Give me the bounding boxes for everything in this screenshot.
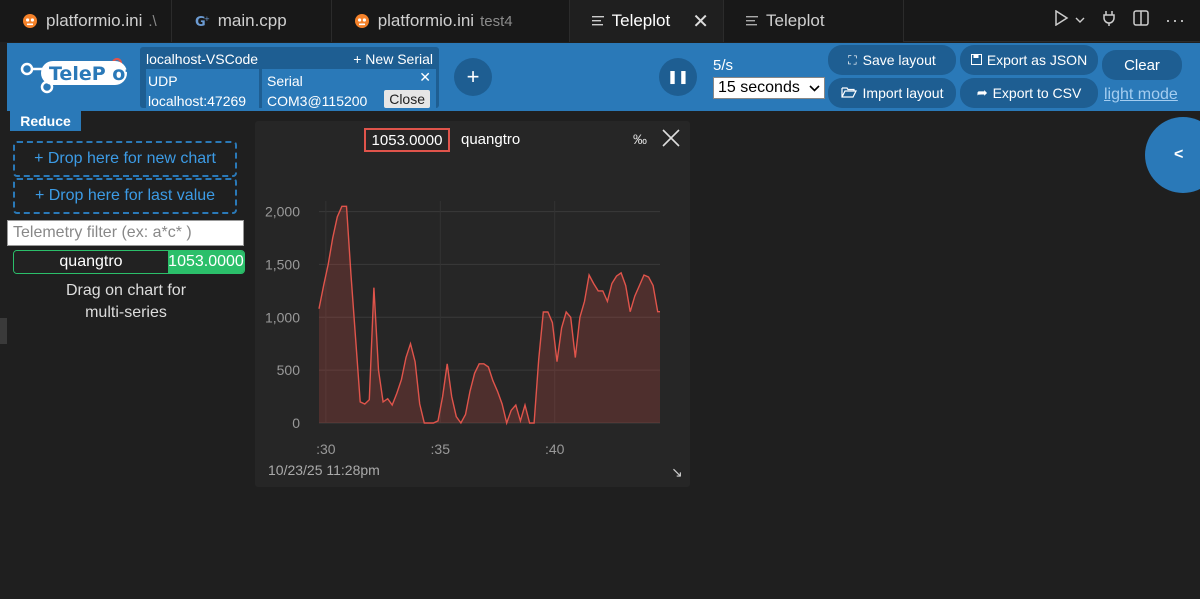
export-csv-button[interactable]: ➦ Export to CSV	[960, 78, 1098, 108]
tab-label: platformio.ini	[46, 11, 143, 30]
y-tick-label: 1,500	[265, 256, 300, 272]
expand-icon: ⛶	[848, 52, 857, 67]
drop-last-value-zone[interactable]: + Drop here for last value	[13, 178, 237, 214]
share-icon: ➦	[976, 85, 988, 100]
x-tick-label: :30	[316, 441, 336, 457]
svg-text:+: +	[204, 15, 210, 23]
connection-title: localhost-VSCode	[146, 51, 259, 67]
y-tick-label: 0	[292, 415, 300, 431]
clear-button[interactable]: Clear	[1102, 50, 1182, 80]
tab-label: Teleplot	[611, 11, 671, 30]
permille-toggle[interactable]: ‰	[633, 131, 647, 147]
telemetry-item[interactable]: quangtro 1053.0000	[13, 250, 245, 274]
tab-main-cpp[interactable]: G + main.cpp	[171, 0, 332, 42]
save-layout-label: Save layout	[862, 52, 936, 68]
chevron-down-icon[interactable]	[1075, 12, 1085, 30]
telemetry-filter-input[interactable]: Telemetry filter (ex: a*c* )	[7, 220, 244, 246]
serial-input-box: ✕ Serial COM3@115200 Close	[262, 69, 436, 109]
new-serial-button[interactable]: + New Serial	[353, 51, 433, 67]
chart-card[interactable]: 1053.0000 quangtro ‰ 0 500 1,000 1,500 2,000…	[255, 121, 690, 487]
resize-handle-icon[interactable]: ↘	[671, 464, 683, 481]
cpp-icon: G +	[194, 13, 210, 29]
drag-hint-line1: Drag on chart for	[65, 282, 187, 299]
close-icon[interactable]: ✕	[692, 9, 709, 34]
chart-current-value: 1053.0000	[364, 128, 450, 152]
update-rate: 5/s	[713, 57, 734, 74]
tab-label: main.cpp	[217, 11, 287, 30]
save-icon	[970, 52, 982, 68]
chevron-down-icon	[809, 78, 820, 104]
tab-label: platformio.ini	[377, 11, 475, 30]
light-mode-link[interactable]: light mode	[1104, 86, 1178, 104]
file-lines-icon	[745, 15, 758, 27]
more-actions-icon[interactable]: ···	[1165, 10, 1186, 31]
close-chart-icon[interactable]	[660, 127, 682, 149]
remove-serial-icon[interactable]: ✕	[419, 67, 431, 87]
tab-platformio-test4[interactable]: platformio.ini test4	[331, 0, 570, 42]
time-window-value: 15 seconds	[718, 79, 800, 96]
file-lines-icon	[591, 15, 604, 27]
serial-label: Serial	[267, 73, 303, 89]
udp-input-box: UDP localhost:47269	[146, 69, 259, 109]
close-serial-button[interactable]: Close	[384, 90, 430, 108]
editor-tab-bar: platformio.ini .\ G + main.cpp platformio…	[0, 0, 1200, 42]
logo-text: TeleP ot	[49, 63, 134, 85]
export-json-button[interactable]: Export as JSON	[960, 45, 1098, 75]
import-layout-button[interactable]: Import layout	[828, 78, 956, 108]
platformio-icon	[354, 13, 370, 29]
y-tick-label: 2,000	[265, 204, 300, 220]
teleplot-logo: TeleP ot	[19, 53, 137, 105]
x-tick-label: :35	[431, 441, 451, 457]
udp-address: localhost:47269	[148, 93, 247, 109]
chart-plot[interactable]: 0 500 1,000 1,500 2,000 :30 :35 :40	[255, 181, 690, 461]
drag-hint-line2: multi-series	[85, 304, 167, 321]
telemetry-value: 1053.0000	[168, 251, 244, 273]
reduce-button[interactable]: Reduce	[10, 111, 81, 131]
add-connection-button[interactable]: +	[454, 58, 492, 96]
drop-new-chart-zone[interactable]: + Drop here for new chart	[13, 141, 237, 177]
tab-platformio-root[interactable]: platformio.ini .\	[0, 0, 172, 42]
panel-edge-marker	[0, 318, 7, 344]
drag-hint: Drag on chart for multi-series	[13, 280, 239, 324]
y-tick-label: 1,000	[265, 309, 300, 325]
y-tick-label: 500	[277, 362, 301, 378]
split-editor-icon[interactable]	[1133, 10, 1149, 31]
editor-actions: ···	[1053, 0, 1200, 41]
x-tick-label: :40	[545, 441, 565, 457]
platformio-icon	[22, 13, 38, 29]
tab-teleplot-active[interactable]: Teleplot ✕	[569, 0, 724, 42]
time-window-select[interactable]: 15 seconds	[713, 77, 825, 99]
telemetry-name: quangtro	[14, 251, 168, 273]
tab-sublabel: .\	[148, 12, 157, 30]
udp-label: UDP	[148, 73, 178, 89]
import-layout-label: Import layout	[862, 85, 944, 101]
tab-teleplot[interactable]: Teleplot	[723, 0, 904, 42]
export-csv-label: Export to CSV	[992, 85, 1082, 101]
tab-sublabel: test4	[480, 12, 513, 30]
chart-timestamp: 10/23/25 11:28pm	[268, 462, 380, 478]
connection-panel: localhost-VSCode + New Serial UDP localh…	[140, 47, 439, 109]
folder-open-icon	[840, 85, 857, 101]
plug-icon[interactable]	[1101, 10, 1117, 31]
export-json-label: Export as JSON	[986, 52, 1088, 68]
teleplot-header: TeleP ot localhost-VSCode + New Serial U…	[7, 43, 1200, 111]
save-layout-button[interactable]: ⛶ Save layout	[828, 45, 956, 75]
side-panel-expander[interactable]: <	[1145, 117, 1200, 193]
chart-series-name: quangtro	[461, 131, 521, 148]
run-icon[interactable]	[1053, 9, 1069, 31]
tab-label: Teleplot	[765, 11, 825, 30]
pause-button[interactable]: ❚❚	[659, 58, 697, 96]
